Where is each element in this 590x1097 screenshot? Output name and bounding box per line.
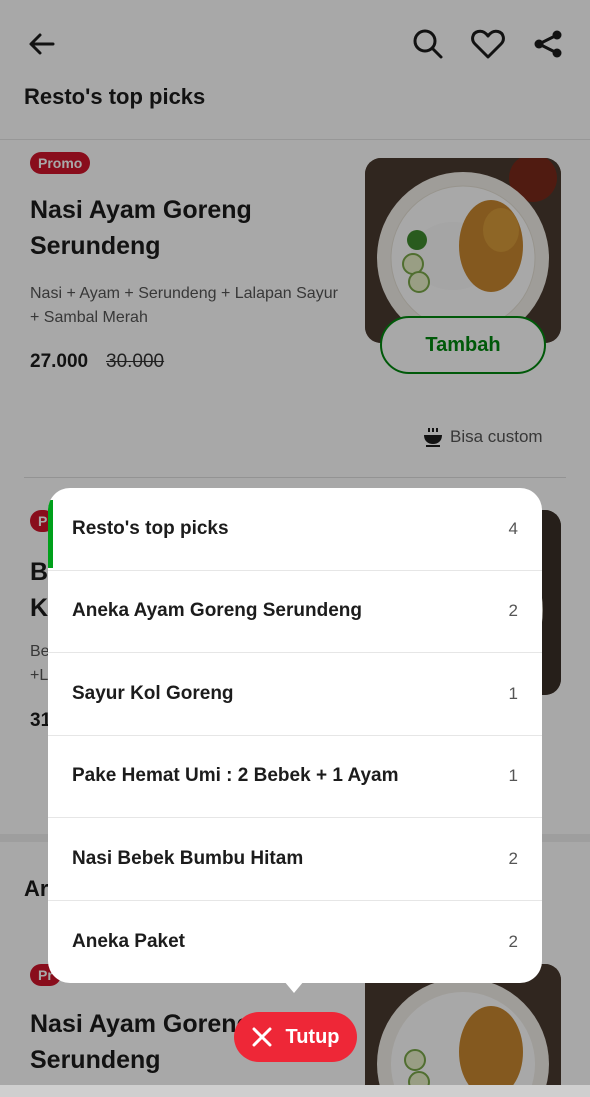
category-item-aneka-paket[interactable]: Aneka Paket 2 [48,901,542,984]
category-count: 2 [508,601,518,621]
category-menu: Resto's top picks 4 Aneka Ayam Goreng Se… [48,488,542,983]
category-label: Sayur Kol Goreng [72,682,234,704]
category-label: Nasi Bebek Bumbu Hitam [72,847,304,869]
category-count: 1 [508,766,518,786]
category-item-resto-top-picks[interactable]: Resto's top picks 4 [48,488,542,571]
category-label: Resto's top picks [72,517,229,539]
category-count: 2 [508,848,518,868]
category-label: Aneka Ayam Goreng Serundeng [72,600,362,622]
category-label: Pake Hemat Umi : 2 Bebek + 1 Ayam [72,765,399,787]
bottom-edge [0,1085,590,1097]
category-item-pake-hemat[interactable]: Pake Hemat Umi : 2 Bebek + 1 Ayam 1 [48,736,542,818]
category-count: 2 [508,931,518,951]
close-label: Tutup [285,1025,340,1048]
category-count: 4 [508,518,518,538]
category-item-aneka-ayam[interactable]: Aneka Ayam Goreng Serundeng 2 [48,571,542,653]
category-item-sayur-kol[interactable]: Sayur Kol Goreng 1 [48,653,542,736]
category-item-nasi-bebek[interactable]: Nasi Bebek Bumbu Hitam 2 [48,818,542,901]
category-count: 1 [508,683,518,703]
category-label: Aneka Paket [72,930,186,952]
close-icon [252,1027,272,1047]
close-menu-button[interactable]: Tutup [234,1012,357,1062]
menu-pointer [284,981,304,993]
